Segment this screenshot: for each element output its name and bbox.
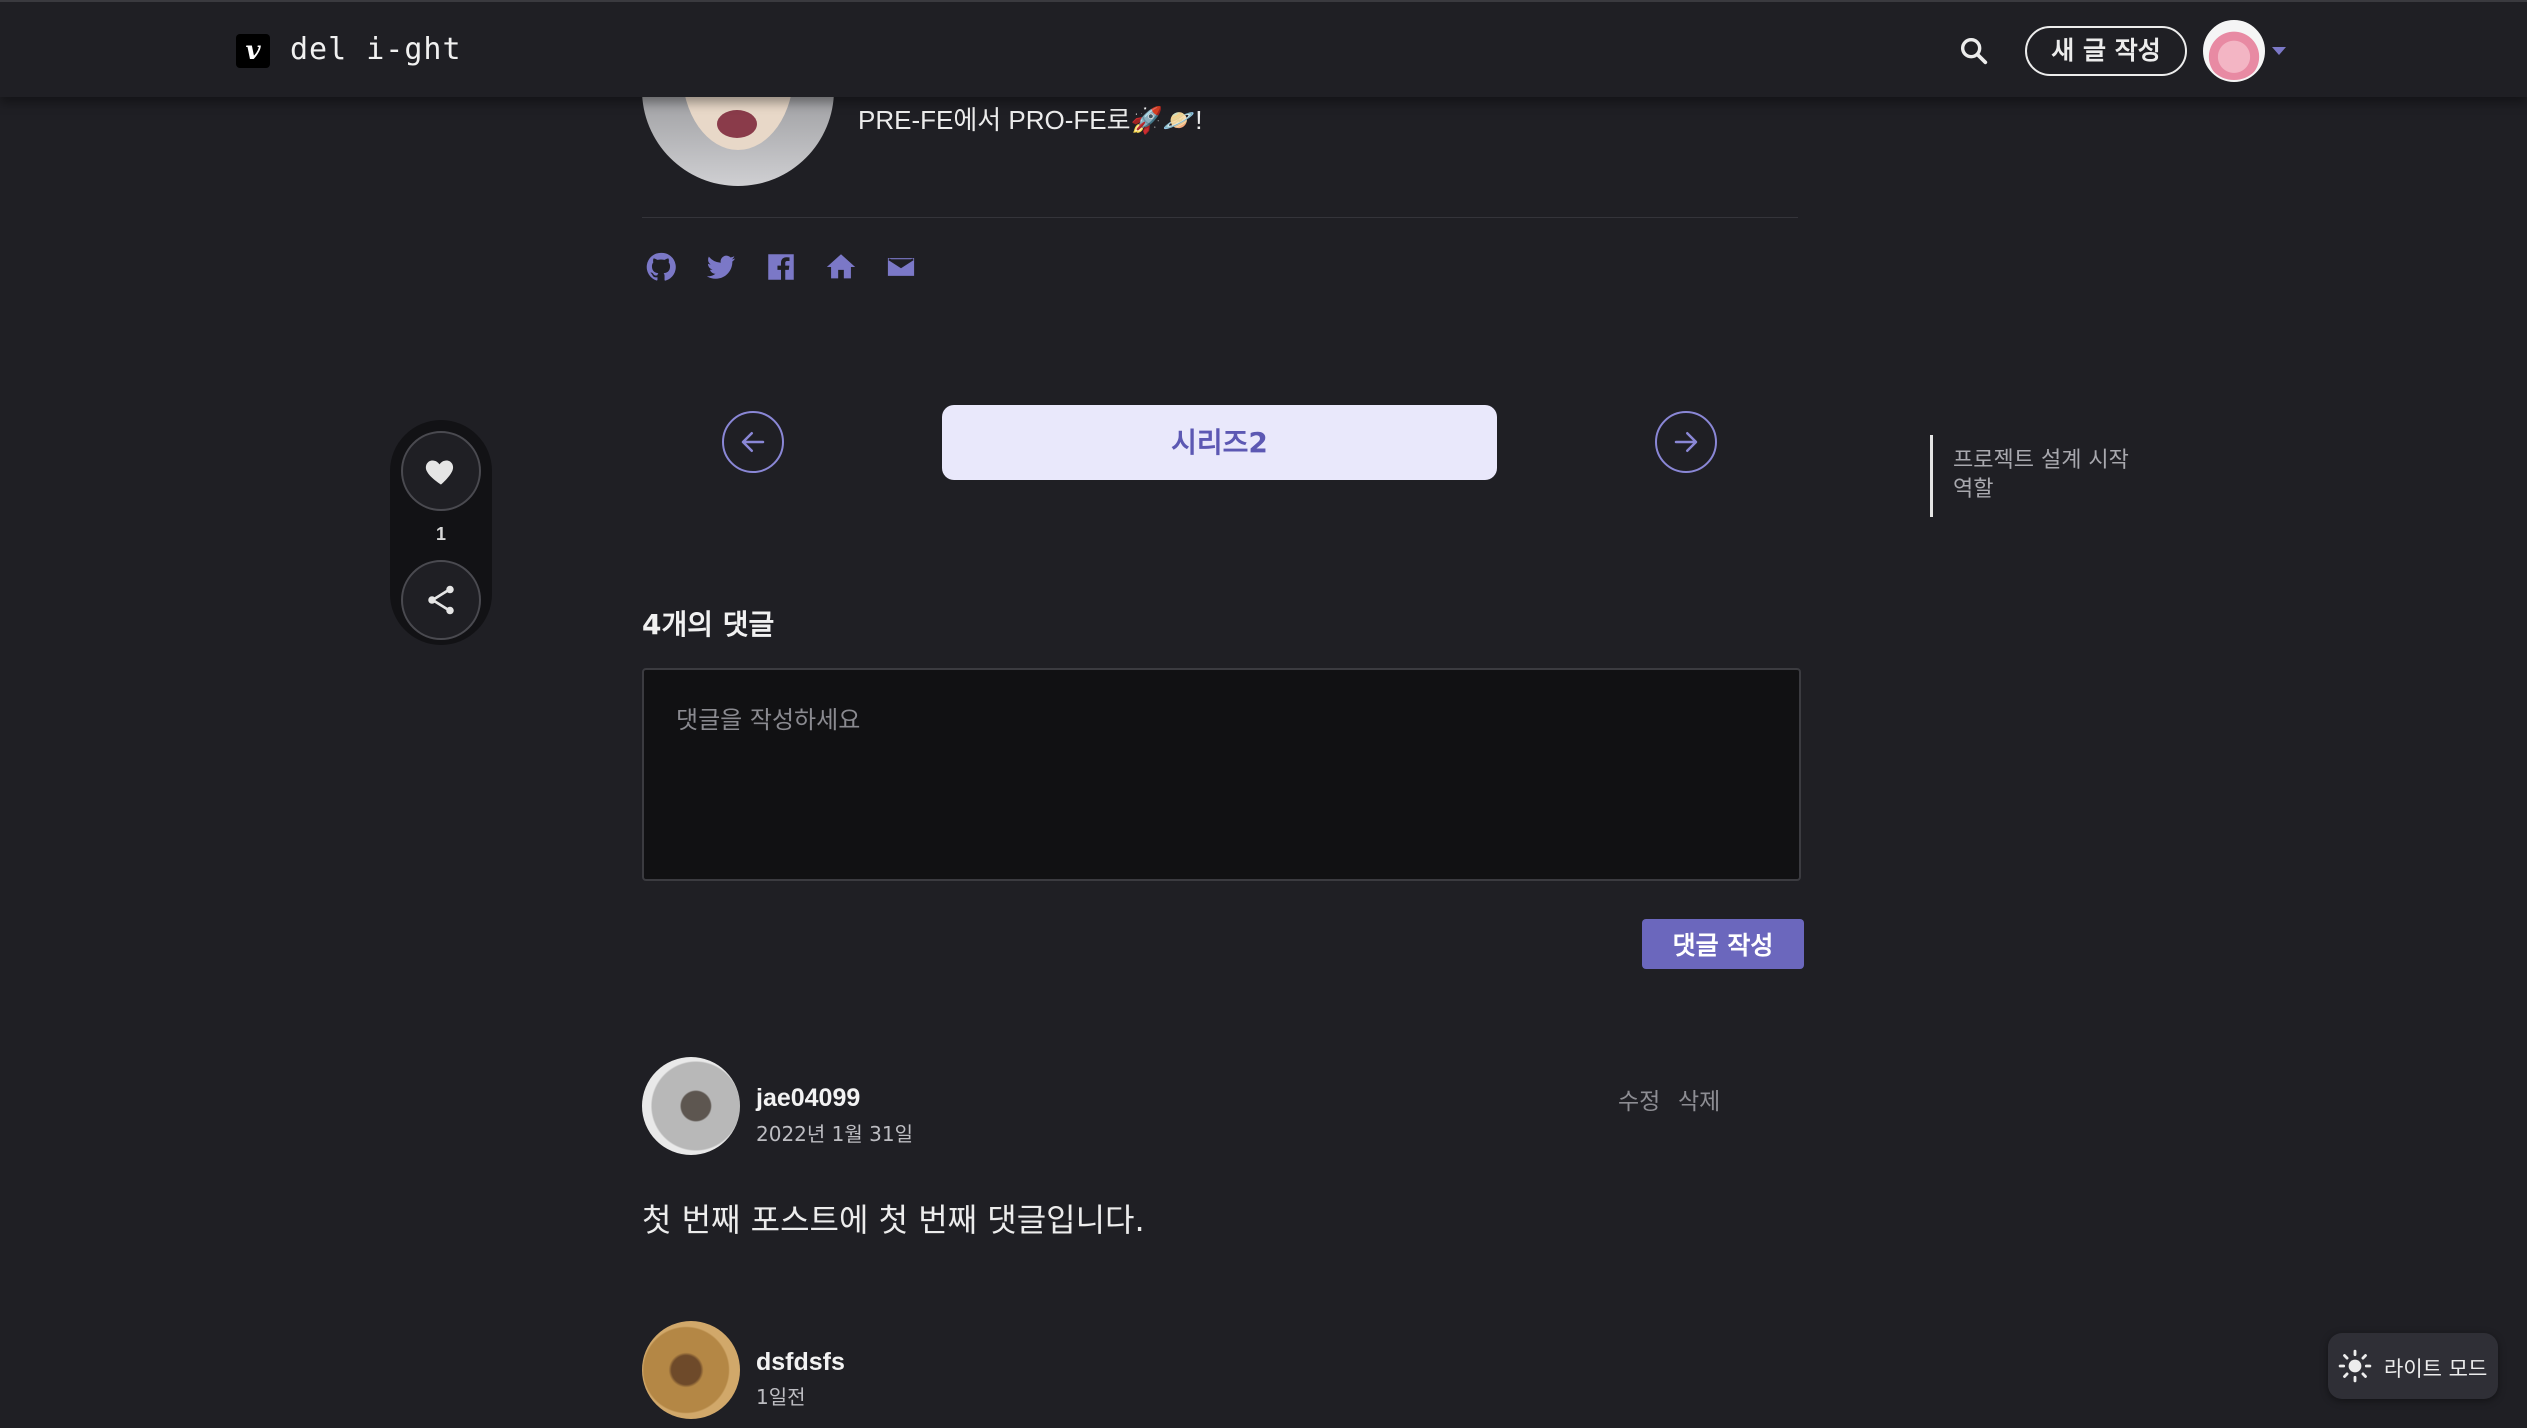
edit-comment-button[interactable]: 수정 [1618,1082,1660,1116]
comment-text: 첫 번째 포스트에 첫 번째 댓글입니다. [642,1201,1145,1239]
page: PRE-FE에서 PRO-FE로🚀🪐! 시리즈2 1 프로젝트 설계 시작 역할… [0,0,2527,1428]
facebook-icon[interactable] [764,250,798,284]
comment-avatar[interactable] [642,1057,740,1155]
like-button[interactable] [401,431,481,511]
toc-item[interactable]: 역할 [1953,471,1993,503]
comment-date: 2022년 1월 31일 [756,1122,913,1146]
github-icon[interactable] [644,250,678,284]
email-icon[interactable] [884,250,918,284]
blog-name[interactable]: del i-ght [290,32,462,67]
light-mode-label: 라이트 모드 [2384,1357,2488,1381]
like-share-bar: 1 [390,420,492,645]
delete-comment-button[interactable]: 삭제 [1678,1082,1720,1116]
comments-count: 4개의 댓글 [642,608,775,641]
light-mode-toggle[interactable]: 라이트 모드 [2328,1333,2498,1399]
share-icon [428,585,454,615]
top-header: v del i-ght 새 글 작성 [0,0,2527,97]
next-post-button[interactable] [1655,411,1717,473]
divider [642,217,1798,218]
author-bio: PRE-FE에서 PRO-FE로🚀🪐! [858,105,1203,135]
user-avatar[interactable] [2203,20,2265,82]
chevron-down-icon[interactable] [2272,47,2286,55]
table-of-contents: 프로젝트 설계 시작 역할 [1930,435,2190,517]
home-icon[interactable] [824,250,858,284]
previous-post-button[interactable] [722,411,784,473]
comment-input[interactable] [642,668,1801,881]
twitter-icon[interactable] [704,250,738,284]
heart-icon [425,460,454,485]
comment-username[interactable]: jae04099 [756,1084,860,1113]
toc-item[interactable]: 프로젝트 설계 시작 [1953,442,2129,474]
comment-date: 1일전 [756,1385,806,1409]
arrow-right-icon [1674,432,1698,452]
logo[interactable]: v [236,34,270,68]
arrow-left-icon [741,432,765,452]
like-count: 1 [435,524,446,544]
comment-username[interactable]: dsfdsfs [756,1348,845,1377]
submit-comment-button[interactable]: 댓글 작성 [1642,919,1804,969]
series-title[interactable]: 시리즈2 [942,405,1497,480]
search-icon[interactable] [1957,34,1991,68]
new-post-button[interactable]: 새 글 작성 [2025,26,2187,76]
sun-icon [2338,1349,2372,1383]
comment-avatar[interactable] [642,1321,740,1419]
share-button[interactable] [401,560,481,640]
avatar-nose [717,110,757,138]
